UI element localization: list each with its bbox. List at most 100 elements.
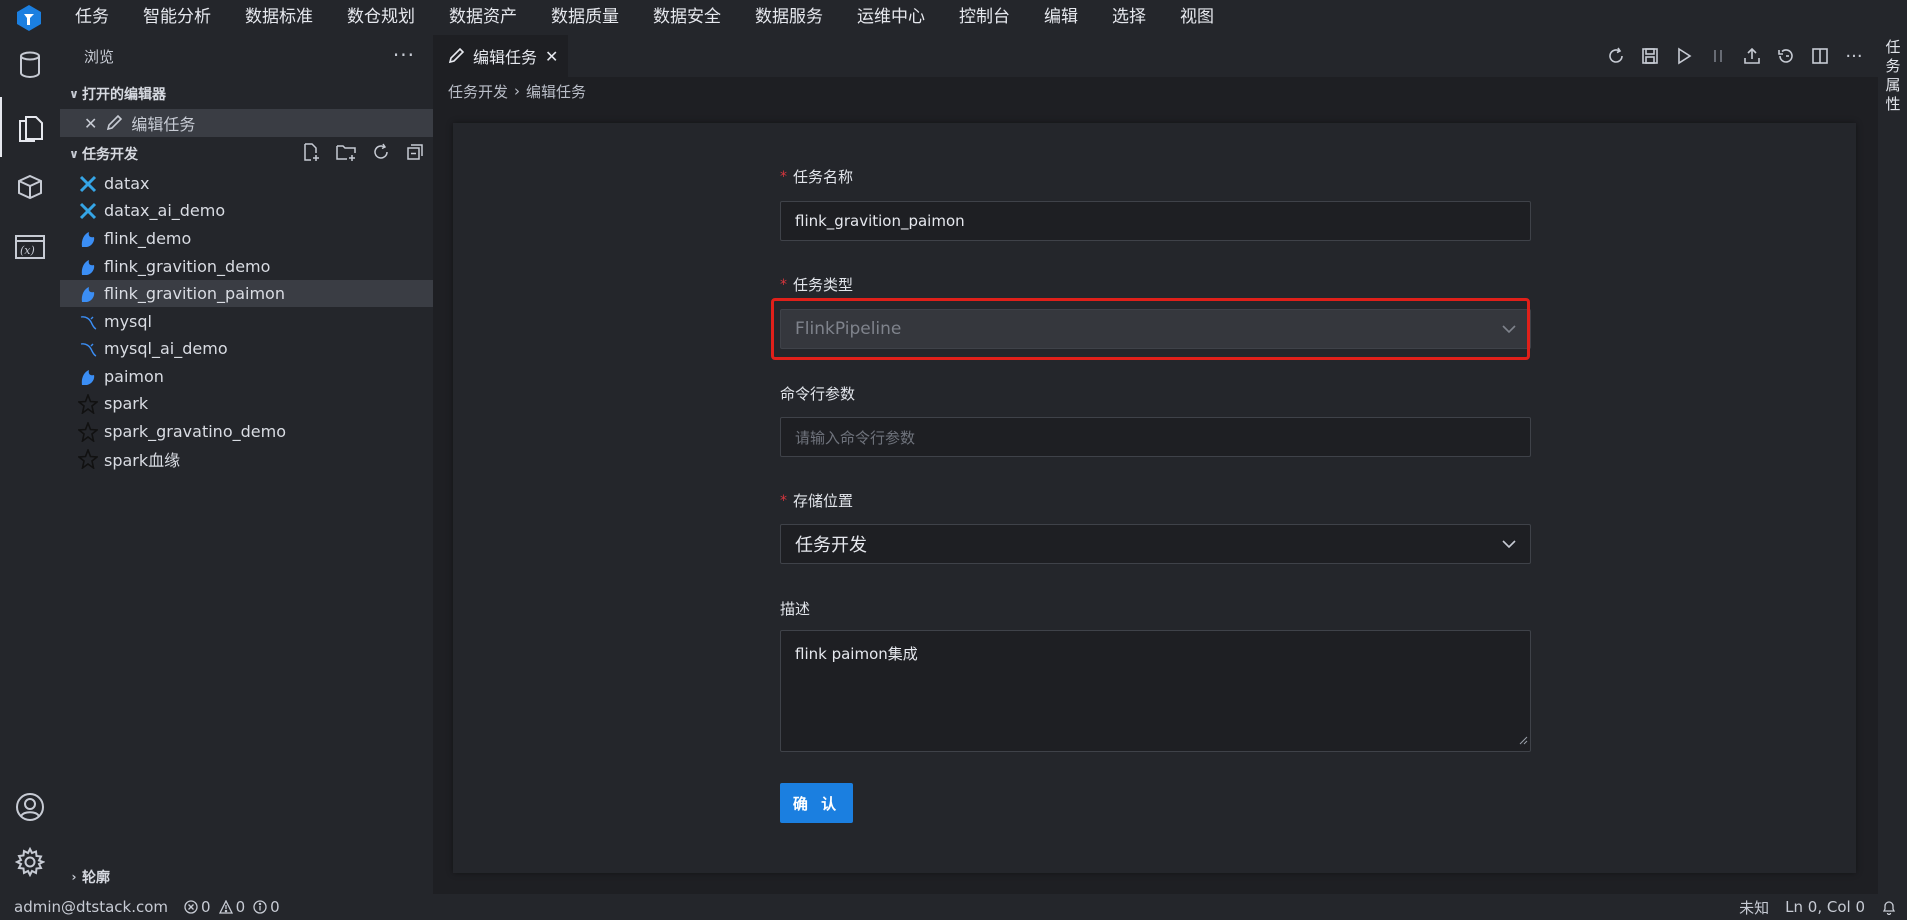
language-mode[interactable]: 未知 [1739, 897, 1769, 918]
submit-upload-icon[interactable] [1742, 46, 1762, 66]
confirm-button[interactable]: 确 认 [780, 783, 853, 823]
close-icon[interactable]: ✕ [545, 47, 558, 66]
tree-item-label: flink_demo [104, 229, 192, 248]
pencil-icon [447, 47, 465, 65]
input-placeholder: 请输入命令行参数 [795, 428, 916, 447]
menu-data-assets[interactable]: 数据资产 [432, 0, 534, 35]
menu-ops-center[interactable]: 运维中心 [840, 0, 942, 35]
menu-data-security[interactable]: 数据安全 [636, 0, 738, 35]
open-editor-label: 编辑任务 [131, 115, 196, 134]
history-icon[interactable] [1776, 46, 1796, 66]
account-icon[interactable] [0, 777, 60, 837]
breadcrumb-item[interactable]: 任务开发 [448, 81, 508, 102]
warning-icon [218, 900, 233, 914]
textarea-value: flink paimon集成 [795, 645, 918, 663]
tree-item-paimon[interactable]: paimon [60, 363, 433, 390]
refresh-icon[interactable] [371, 142, 391, 166]
task-type-label: * 任务类型 [780, 274, 853, 295]
breadcrumb-item[interactable]: 编辑任务 [526, 81, 586, 102]
cli-args-input[interactable]: 请输入命令行参数 [780, 417, 1531, 457]
tree-item-flink-gravition-demo[interactable]: flink_gravition_demo [60, 253, 433, 280]
menu-task[interactable]: 任务 [58, 0, 126, 35]
tree-item-spark-lineage[interactable]: spark血缘 [60, 445, 433, 472]
explorer-icon[interactable] [0, 97, 60, 157]
tree-item-datax-ai-demo[interactable]: datax_ai_demo [60, 197, 433, 224]
menu-smart-analysis[interactable]: 智能分析 [126, 0, 228, 35]
new-file-icon[interactable] [301, 142, 321, 166]
menu-console[interactable]: 控制台 [942, 0, 1027, 35]
tree-item-label: spark_gravatino_demo [104, 422, 286, 441]
tree-item-mysql[interactable]: mysql [60, 308, 433, 335]
menu-data-quality[interactable]: 数据质量 [534, 0, 636, 35]
tab-edit-task[interactable]: 编辑任务 ✕ [433, 35, 568, 77]
description-label: 描述 [780, 598, 810, 619]
storage-location-select[interactable]: 任务开发 [780, 524, 1531, 564]
collapse-all-icon[interactable] [405, 142, 425, 166]
split-editor-icon[interactable] [1810, 46, 1830, 66]
menu-warehouse-planning[interactable]: 数仓规划 [330, 0, 432, 35]
app-logo-icon[interactable] [0, 0, 58, 35]
chevron-right-icon: › [514, 82, 521, 100]
activity-bar: (x) [0, 35, 60, 894]
menu-select[interactable]: 选择 [1095, 0, 1163, 35]
infos-count[interactable]: 0 [253, 898, 280, 916]
description-textarea[interactable]: flink paimon集成 [780, 630, 1531, 752]
user-account[interactable]: admin@dtstack.com [14, 898, 168, 916]
open-editor-item[interactable]: ✕ 编辑任务 [60, 109, 433, 137]
settings-gear-icon[interactable] [0, 832, 60, 892]
info-icon [253, 900, 267, 914]
save-icon[interactable] [1640, 46, 1660, 66]
cursor-position[interactable]: Ln 0, Col 0 [1785, 898, 1865, 916]
flink-icon [76, 367, 100, 387]
run-icon[interactable] [1674, 46, 1694, 66]
right-panel-strip [1878, 35, 1907, 894]
breadcrumb: 任务开发 › 编辑任务 [448, 80, 586, 102]
task-dev-section[interactable]: ∨ 任务开发 [60, 141, 433, 167]
task-name-label: * 任务名称 [780, 166, 853, 187]
tree-item-spark-gravatino-demo[interactable]: spark_gravatino_demo [60, 418, 433, 445]
flink-icon [76, 257, 100, 277]
bell-icon[interactable] [1881, 899, 1897, 915]
package-icon[interactable] [0, 157, 60, 217]
flink-icon [76, 284, 100, 304]
label-text: 命令行参数 [780, 385, 856, 403]
pause-icon[interactable] [1708, 46, 1728, 66]
tree-item-label: paimon [104, 367, 164, 386]
tree-item-label: flink_gravition_demo [104, 257, 271, 276]
svg-text:(x): (x) [20, 244, 35, 257]
outline-section[interactable]: › 轮廓 [60, 862, 433, 892]
more-actions-icon[interactable]: ··· [1844, 46, 1864, 67]
tree-item-mysql-ai-demo[interactable]: mysql_ai_demo [60, 335, 433, 362]
tree-item-flink-demo[interactable]: flink_demo [60, 225, 433, 252]
task-dev-title: 任务开发 [82, 147, 138, 163]
errors-count[interactable]: 0 [184, 898, 211, 916]
function-variable-icon[interactable]: (x) [0, 217, 60, 277]
close-icon[interactable]: ✕ [84, 114, 97, 133]
tree-item-flink-gravition-paimon[interactable]: flink_gravition_paimon [60, 280, 433, 307]
cli-args-label: 命令行参数 [780, 383, 855, 404]
warnings-count[interactable]: 0 [218, 898, 246, 916]
new-folder-icon[interactable] [335, 142, 357, 166]
tree-item-spark[interactable]: spark [60, 390, 433, 417]
tree-item-datax[interactable]: datax [60, 170, 433, 197]
resize-handle-icon[interactable] [1518, 731, 1528, 749]
reload-icon[interactable] [1606, 46, 1626, 66]
task-name-input[interactable]: flink_gravition_paimon [780, 201, 1531, 241]
select-value: 任务开发 [795, 535, 867, 556]
menu-edit[interactable]: 编辑 [1027, 0, 1095, 35]
tree-item-label: mysql [104, 312, 152, 331]
menu-view[interactable]: 视图 [1163, 0, 1231, 35]
tree-item-label: mysql_ai_demo [104, 339, 228, 358]
open-editors-section[interactable]: ∨ 打开的编辑器 [60, 81, 433, 107]
more-actions-icon[interactable]: ··· [393, 43, 415, 67]
chevron-down-icon: ∨ [69, 87, 79, 101]
menu-data-service[interactable]: 数据服务 [738, 0, 840, 35]
database-icon[interactable] [0, 35, 60, 95]
mysql-icon [76, 339, 100, 359]
menu-data-standard[interactable]: 数据标准 [228, 0, 330, 35]
task-properties-tab[interactable]: 任务属性 [1884, 38, 1902, 114]
mysql-icon [76, 312, 100, 332]
warnings-value: 0 [235, 898, 246, 916]
outline-title: 轮廓 [82, 870, 110, 886]
storage-location-label: * 存储位置 [780, 490, 853, 511]
